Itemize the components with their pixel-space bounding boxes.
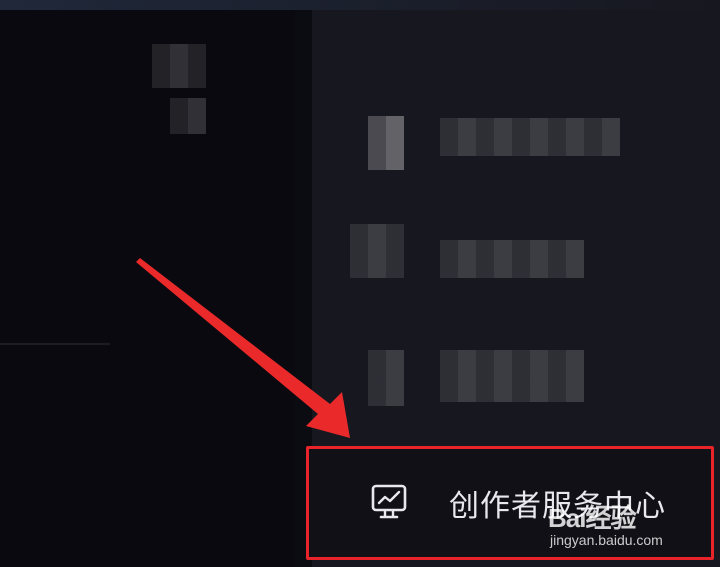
- watermark-url: jingyan.baidu.com: [550, 532, 663, 548]
- baidu-jingyan-watermark: Bai经验 jingyan.baidu.com: [548, 498, 708, 554]
- watermark-logo: Bai经验: [548, 503, 636, 533]
- red-arrow-annotation: [136, 258, 350, 438]
